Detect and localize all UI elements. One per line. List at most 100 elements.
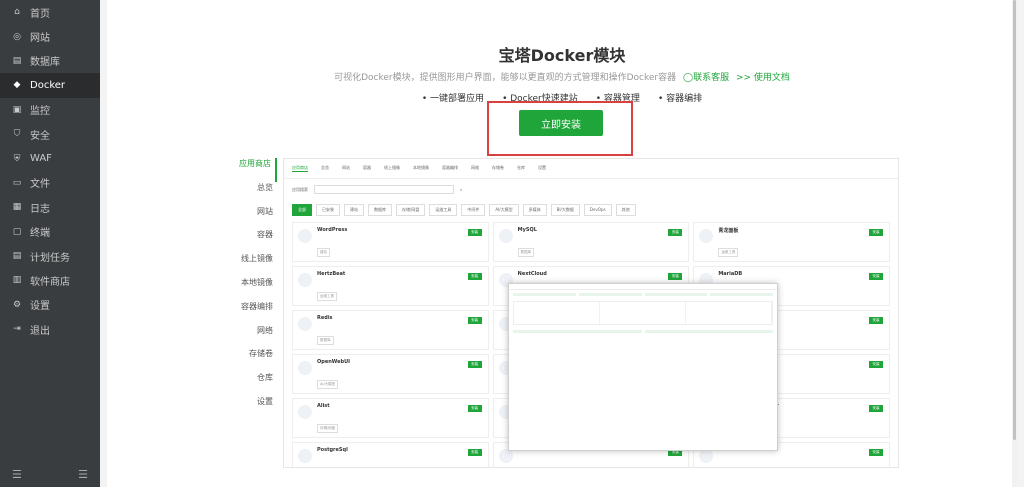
preview-nav-item[interactable]: 网站 — [227, 206, 277, 230]
sidebar-item[interactable]: ▦ 日志 — [0, 195, 100, 219]
preview-nav-item[interactable]: 线上镜像 — [227, 253, 277, 277]
preview-tab[interactable]: 网络 — [471, 165, 479, 172]
app-card: Redis 数据库 安装 — [292, 310, 489, 350]
preview-tab[interactable]: 本地镜像 — [413, 165, 429, 172]
preview-tab[interactable]: 设置 — [538, 165, 546, 172]
app-tag: 存储/网盘 — [317, 424, 339, 433]
app-name: MariaDB — [718, 271, 743, 277]
app-logo-icon — [298, 361, 312, 375]
overlay-cards — [513, 301, 773, 325]
scrollbar[interactable] — [1012, 0, 1017, 487]
preview-nav-item[interactable]: 存储卷 — [227, 348, 277, 372]
app-install-button[interactable]: 安装 — [668, 229, 683, 236]
app-logo-icon — [498, 449, 513, 463]
preview-tab[interactable]: 线上镜像 — [384, 165, 400, 172]
category-chip[interactable]: 其他 — [615, 204, 636, 216]
app-install-button[interactable]: 安装 — [869, 449, 883, 456]
category-chip[interactable]: 存储/网盘 — [396, 204, 426, 216]
app-install-button[interactable]: 安装 — [869, 273, 883, 280]
app-name: OpenWebUI — [317, 359, 351, 365]
sidebar-item[interactable]: ◆ Docker — [0, 73, 100, 98]
search-icon[interactable]: ⌕ — [460, 187, 462, 192]
preview-tab[interactable]: 网站 — [342, 165, 350, 172]
preview-nav-item[interactable]: 总览 — [227, 182, 277, 206]
preview-tab[interactable]: 存储卷 — [492, 165, 504, 172]
preview-nav-item[interactable]: 网络 — [227, 325, 277, 349]
sidebar-item[interactable]: ▢ 终端 — [0, 220, 100, 244]
logout-icon: ⇥ — [13, 324, 21, 335]
app-logo-icon — [298, 405, 312, 419]
sidebar-item-label: 首页 — [30, 8, 50, 20]
overlay-row — [509, 327, 777, 336]
monitor-icon: ▣ — [12, 104, 22, 115]
docker-icon: ◆ — [13, 80, 21, 91]
category-chip[interactable]: BI/大数据 — [550, 204, 580, 216]
collapse-icon[interactable]: ☰ — [12, 468, 22, 481]
preview-nav-item[interactable]: 本地镜像 — [227, 277, 277, 301]
preview-tabs: 应用商店 总览 网站 容器 线上镜像 本地镜像 容器编排 网络 存储卷 仓库 设置 — [284, 159, 898, 179]
menu-icon[interactable]: ☰ — [78, 468, 88, 481]
category-chip[interactable]: 已安装 — [316, 204, 340, 216]
home-icon: ⌂ — [14, 7, 20, 18]
sidebar-item-label: 退出 — [30, 325, 50, 337]
preview-nav-item[interactable]: 容器编排 — [227, 301, 277, 325]
sidebar-item[interactable]: ▣ 监控 — [0, 98, 100, 122]
app-tag: AI/大模型 — [317, 380, 339, 389]
app-logo-icon — [298, 449, 312, 463]
sidebar-item[interactable]: ⛨ WAF — [0, 146, 100, 170]
preview-tab[interactable]: 总览 — [321, 165, 329, 172]
app-install-button[interactable]: 安装 — [467, 405, 482, 412]
app-install-button[interactable]: 安装 — [668, 273, 683, 280]
app-install-button[interactable]: 安装 — [869, 229, 883, 236]
category-chip[interactable]: AI/大模型 — [489, 204, 519, 216]
app-install-button[interactable]: 安装 — [467, 273, 482, 280]
search-input[interactable] — [314, 185, 454, 194]
preview-nav-item[interactable]: 设置 — [227, 396, 277, 420]
preview-nav-item[interactable]: 容器 — [227, 229, 277, 253]
sidebar-item[interactable]: ⇥ 退出 — [0, 317, 100, 341]
app-logo-icon — [699, 449, 714, 463]
docs-link[interactable]: >> 使用文档 — [736, 73, 790, 83]
category-chip[interactable]: 多媒体 — [522, 204, 547, 216]
search-label: 应用搜索 — [292, 186, 308, 192]
sidebar-item[interactable]: ▭ 文件 — [0, 171, 100, 195]
app-name: WordPress — [317, 227, 348, 233]
preview-tab[interactable]: 容器编排 — [442, 165, 458, 172]
sidebar-item-label: 安全 — [30, 130, 50, 142]
scrollbar-thumb[interactable] — [1013, 0, 1016, 440]
app-card: 青龙面板 运维工具 安装 — [693, 222, 890, 262]
sidebar-item[interactable]: ▥ 软件商店 — [0, 268, 100, 292]
preview-categories: 全部 已安装 建站 数据库 存储/网盘 运维工具 中间件 AI/大模型 多媒体 BI/大数据 Dev… — [284, 200, 898, 220]
sidebar-item[interactable]: ⚙ 设置 — [0, 293, 100, 317]
app-install-button[interactable]: 安装 — [467, 229, 482, 236]
app-install-button[interactable]: 安装 — [869, 405, 883, 412]
preview-tab[interactable]: 应用商店 — [292, 165, 308, 172]
sidebar-item[interactable]: ⌂ 首页 — [0, 0, 100, 24]
app-install-button[interactable]: 安装 — [467, 361, 482, 368]
preview-nav-item[interactable]: 仓库 — [227, 372, 277, 396]
sidebar-item[interactable]: ▤ 数据库 — [0, 49, 100, 73]
sidebar-item[interactable]: ▤ 计划任务 — [0, 244, 100, 268]
preview-tab[interactable]: 容器 — [363, 165, 371, 172]
sidebar-item[interactable]: ⛉ 安全 — [0, 122, 100, 146]
subtitle-text: 可视化Docker模块，提供图形用户界面，能够以更直观的方式管理和操作Docke… — [334, 73, 677, 83]
category-chip[interactable]: DevOps — [583, 204, 612, 216]
feature-item: 容器编排 — [658, 91, 702, 104]
sidebar-item[interactable]: ◎ 网站 — [0, 24, 100, 48]
shield-icon: ⛉ — [13, 129, 21, 140]
contact-service-link[interactable]: ◯联系客服 — [683, 73, 729, 83]
install-button[interactable]: 立即安装 — [519, 110, 603, 136]
app-card: MySQL 数据库 安装 — [492, 222, 690, 262]
preview-tab[interactable]: 仓库 — [517, 165, 525, 172]
preview-nav-item[interactable]: 应用商店 — [227, 158, 277, 182]
app-install-button[interactable]: 安装 — [467, 449, 482, 456]
category-chip[interactable]: 全部 — [292, 204, 312, 216]
app-tag: 数据库 — [517, 248, 535, 257]
app-install-button[interactable]: 安装 — [869, 317, 883, 324]
category-chip[interactable]: 数据库 — [368, 204, 392, 216]
category-chip[interactable]: 中间件 — [461, 204, 486, 216]
category-chip[interactable]: 运维工具 — [429, 204, 458, 216]
app-install-button[interactable]: 安装 — [467, 317, 482, 324]
category-chip[interactable]: 建站 — [344, 204, 364, 216]
app-install-button[interactable]: 安装 — [869, 361, 883, 368]
